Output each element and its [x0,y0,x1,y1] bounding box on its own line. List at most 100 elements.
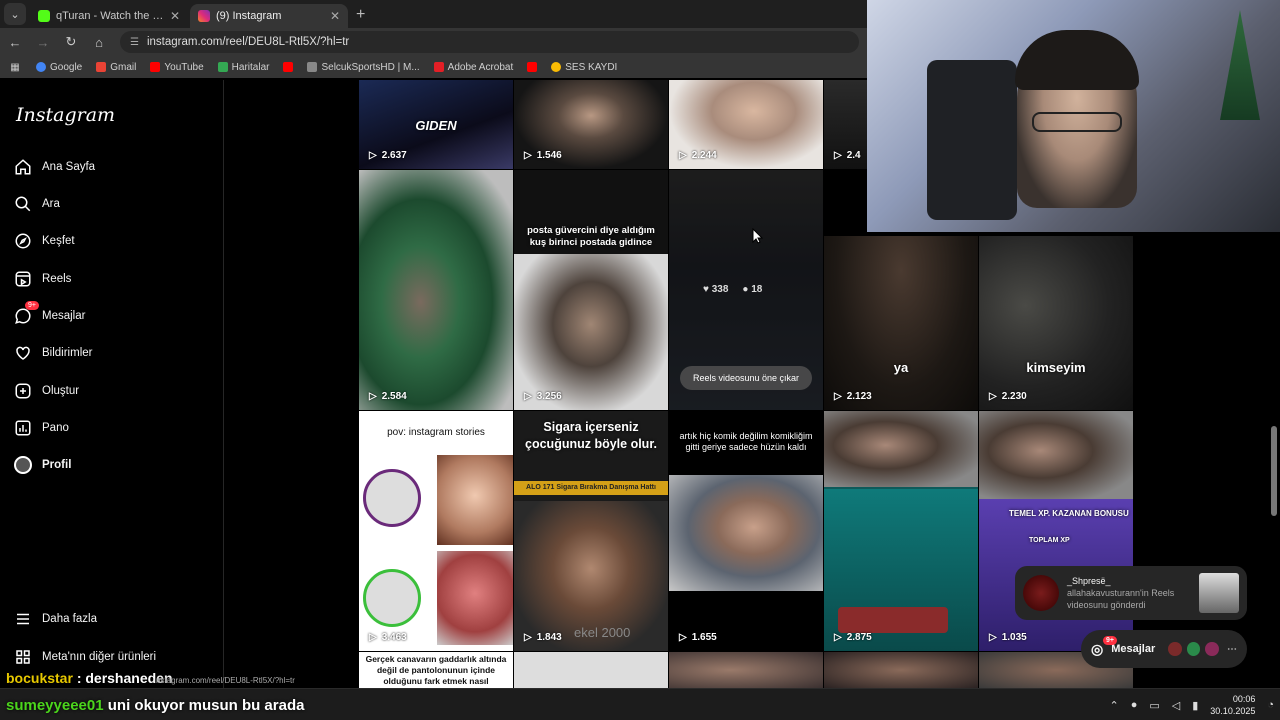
tab-kick[interactable]: qTuran - Watch the VOD on Kick ✕ [30,4,188,28]
pin-reel-button[interactable]: Reels videosunu öne çıkar [680,366,812,390]
avatar [1186,642,1201,656]
nav-search[interactable]: Ara [14,193,60,215]
nav-reels[interactable]: Reels [14,268,71,290]
bookmark-acrobat[interactable]: Adobe Acrobat [433,62,513,73]
play-icon: ▷ [834,632,842,643]
nav-messages[interactable]: 9+ Mesajlar [14,301,85,327]
taskbar: sumeyyeee01 uni okuyor musun bu arada ⌃ … [0,688,1280,720]
bookmark-google[interactable]: Google [36,62,82,73]
view-count: ▷ 2.875 [834,632,872,643]
reel-tile[interactable]: artık hiç komik değilim komikliğim gitti… [669,411,823,651]
reel-tile[interactable]: ▷ 1.546 [514,80,668,169]
reel-tile[interactable]: ▷ 2.244 [669,80,823,169]
more-icon[interactable]: ⋯ [1227,644,1237,655]
play-icon: ▷ [524,632,532,643]
reel-tile[interactable]: Gerçek canavarın gaddarlık altında değil… [359,652,513,688]
scrollbar-thumb[interactable] [1271,426,1277,516]
nav-create[interactable]: Oluştur [14,380,79,402]
bookmark-ses-kaydi[interactable]: SES KAYDI [551,62,617,73]
nav-meta-products[interactable]: Meta'nın diğer ürünleri [14,646,156,668]
reel-tile[interactable]: ▷ 2.875 [824,411,978,651]
nav-dashboard[interactable]: Pano [14,417,69,439]
reel-tile[interactable]: posta güvercini diye aldığım kuş birinci… [514,170,668,410]
notification-bell-icon[interactable]: ◔ [1267,699,1274,711]
play-icon: ▷ [989,391,997,402]
reel-tile[interactable]: ya ▷ 2.123 [824,236,978,410]
bookmark-youtube[interactable]: YouTube [150,62,204,73]
nav-more[interactable]: Daha fazla [14,608,97,630]
notification-user: _Shpresë_ [1067,576,1111,586]
site-info-icon[interactable]: ☰ [130,37,139,48]
battery-icon[interactable]: ▮ [1192,699,1198,712]
page-scrollbar[interactable] [1270,234,1278,688]
messages-pill[interactable]: ◎ 9+ Mesajlar ⋯ [1081,630,1247,668]
tab-search-button[interactable]: ⌄ [4,3,26,25]
google-icon [36,62,46,72]
system-tray: ⌃ ● ▭ ◁ ▮ 00:06 30.10.2025 ◔ [1109,693,1274,717]
bookmark-youtube-3[interactable] [527,62,538,72]
bookmarks-bar: ▦ Google Gmail YouTube Haritalar SelcukS… [0,56,867,78]
view-count: ▷ 2.123 [834,391,872,402]
tab-instagram[interactable]: (9) Instagram ✕ [190,4,348,28]
view-count: ▷ 3.256 [524,391,562,402]
back-icon[interactable]: ← [8,35,22,50]
instagram-logo[interactable]: Instagram [16,104,115,126]
menu-icon [17,613,29,625]
reel-tile[interactable]: kimseyim ▷ 2.230 [979,236,1133,410]
heart-icon: ♥ [703,284,709,295]
tab-title: qTuran - Watch the VOD on Kick [56,10,164,22]
view-count: ▷ 1.546 [524,150,562,161]
nav-home[interactable]: Ana Sayfa [14,156,95,178]
forward-icon[interactable]: → [36,35,50,50]
youtube-icon [527,62,538,72]
grid-icon [16,650,30,664]
messages-badge: 9+ [1103,636,1117,645]
bookmark-maps[interactable]: Haritalar [217,62,269,73]
reload-icon[interactable]: ↻ [64,34,78,50]
play-icon: ▷ [524,150,532,161]
reel-tile-hover[interactable]: ♥ 338 ● 18 Reels videosunu öne çıkar [669,170,823,410]
reel-tile[interactable] [669,652,823,688]
status-url: nstagram.com/reel/DEU8L-Rtl5X/?hl=tr [156,676,295,685]
reel-tile[interactable]: Sigara içerseniz çocuğunuz böyle olur. A… [514,411,668,651]
nav-notifications[interactable]: Bildirimler [14,342,92,364]
play-icon: ▷ [989,632,997,643]
reel-tile[interactable] [824,652,978,688]
view-count: ▷ 2.4 [834,150,861,161]
reel-tile[interactable]: GIDEN ▷ 2.637 [359,80,513,169]
reel-tile[interactable]: pov: instagram stories ▷ 3.463 [359,411,513,651]
avatar [1168,642,1182,656]
play-icon: ▷ [524,391,532,402]
reel-tile[interactable] [514,652,668,688]
address-bar[interactable]: ☰ instagram.com/reel/DEU8L-Rtl5X/?hl=tr [120,31,859,53]
network-icon[interactable]: ▭ [1149,699,1159,712]
view-count: ▷ 3.463 [369,632,407,643]
apps-icon[interactable]: ▦ [8,62,22,73]
home-page-icon[interactable]: ⌂ [92,35,106,50]
instagram-favicon-icon [198,10,210,22]
microphone-icon[interactable]: ● [1131,699,1138,711]
volume-icon[interactable]: ◁ [1172,699,1180,712]
bookmark-gmail[interactable]: Gmail [96,62,136,73]
chevron-up-icon[interactable]: ⌃ [1109,699,1118,712]
clock[interactable]: 00:06 30.10.2025 [1210,693,1255,717]
search-icon [15,196,31,212]
bookmark-selcuksports[interactable]: SelcukSportsHD | M... [307,62,420,73]
nav-profile[interactable]: Profil [14,454,71,476]
play-icon: ▷ [369,391,377,402]
close-tab-icon[interactable]: ✕ [330,9,340,23]
nav-explore[interactable]: Keşfet [14,230,75,252]
message-notification[interactable]: _Shpresë_ allahakavusturann'in Reels vid… [1015,566,1247,620]
close-tab-icon[interactable]: ✕ [170,9,180,23]
reel-tile[interactable]: ▷ 2.584 [359,170,513,410]
home-icon [15,159,31,175]
new-tab-button[interactable]: + [356,6,365,24]
view-count: ▷ 2.637 [369,150,407,161]
play-icon: ▷ [679,150,687,161]
chat-text: uni okuyor musun bu arada [107,697,305,714]
plus-square-icon [15,383,31,399]
youtube-icon [150,62,161,72]
bookmark-youtube-2[interactable] [283,62,294,72]
messenger-icon: ◎ [1091,640,1104,657]
notification-text: allahakavusturann'in Reels videosunu gön… [1067,588,1175,610]
